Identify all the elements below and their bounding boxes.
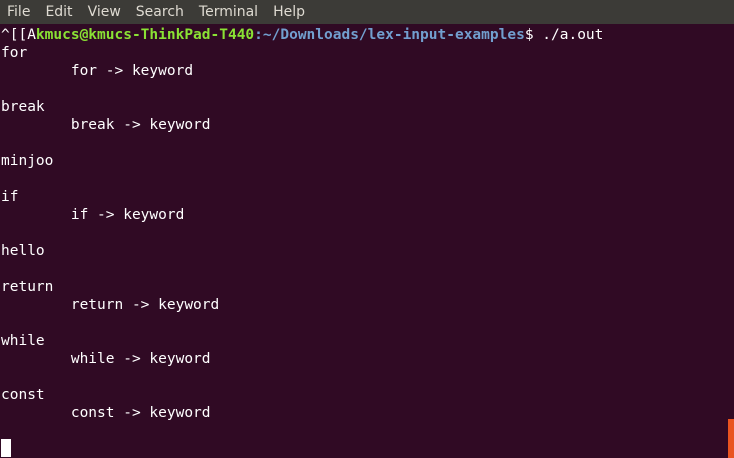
prompt-user-host: kmucs@kmucs-ThinkPad-T440 <box>35 27 255 43</box>
prompt-path: ~/Downloads/lex-input-examples <box>262 27 525 43</box>
terminal-output[interactable]: ^[[Akmucs@kmucs-ThinkPad-T440:~/Download… <box>0 24 728 458</box>
menu-edit[interactable]: Edit <box>38 0 80 24</box>
output-line: break -> keyword <box>1 117 211 133</box>
menu-terminal[interactable]: Terminal <box>192 0 266 24</box>
scrollbar-thumb[interactable] <box>728 419 734 458</box>
menu-file[interactable]: File <box>0 0 38 24</box>
output-line: break <box>1 99 45 115</box>
menu-search[interactable]: Search <box>129 0 192 24</box>
prompt-line: ^[[Akmucs@kmucs-ThinkPad-T440:~/Download… <box>1 26 603 44</box>
output-line: while <box>1 333 45 349</box>
output-line: if <box>1 189 19 205</box>
output-line: for <box>1 45 28 61</box>
output-line: return <box>1 279 54 295</box>
prompt-command: ./a.out <box>542 27 604 43</box>
output-line: const -> keyword <box>1 405 211 421</box>
output-line: minjoo <box>1 153 54 169</box>
output-line: while -> keyword <box>1 351 211 367</box>
output-line: for -> keyword <box>1 63 194 79</box>
output-line: hello <box>1 243 45 259</box>
menu-view[interactable]: View <box>81 0 129 24</box>
prompt-prefix: ^[[A <box>1 27 36 43</box>
prompt-symbol: $ <box>524 27 543 43</box>
menu-help[interactable]: Help <box>266 0 313 24</box>
output-line: if -> keyword <box>1 207 185 223</box>
text-cursor <box>1 439 11 457</box>
output-line: const <box>1 387 45 403</box>
output-line: return -> keyword <box>1 297 220 313</box>
menu-bar: File Edit View Search Terminal Help <box>0 0 734 24</box>
prompt-separator: : <box>254 27 263 43</box>
